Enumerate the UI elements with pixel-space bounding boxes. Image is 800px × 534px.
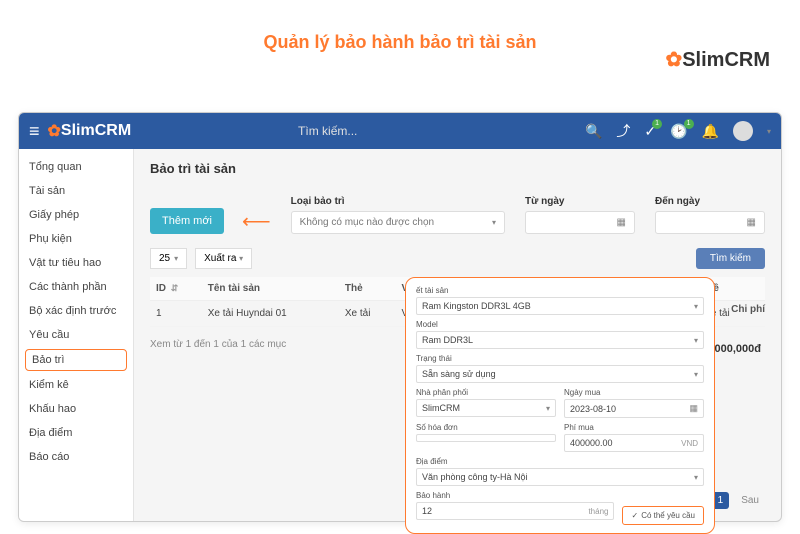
chevron-down-icon: ▾ [546, 404, 550, 413]
warranty-unit: tháng [588, 507, 608, 516]
topbar-actions: 🔍 ⤴ ✓1 🕑1 🔔 ▾ [585, 121, 771, 141]
chevron-down-icon: ▾ [694, 370, 698, 379]
col-id[interactable]: ID ⇵ [150, 277, 202, 301]
panel-title: Bảo trì tài sản [150, 161, 765, 176]
bell-icon[interactable]: 🔔 [702, 123, 719, 140]
search-wrap [131, 124, 585, 138]
popup-status-label: Trạng thái [416, 354, 704, 363]
popup-location-select[interactable]: Văn phòng công ty-Hà Nội▾ [416, 468, 704, 486]
popup-distributor-label: Nhà phân phối [416, 388, 556, 397]
arrow-annotation-icon: ⟵ [242, 209, 271, 234]
check-icon: ✓ [631, 511, 638, 520]
check-icon[interactable]: ✓1 [644, 123, 656, 140]
calendar-icon: ▦ [747, 217, 756, 228]
popup-model-select[interactable]: Ram DDR3L▾ [416, 331, 704, 349]
calendar-icon: ▦ [689, 403, 698, 414]
popup-fee-input[interactable]: 400000.00VND [564, 434, 704, 452]
col-tag[interactable]: Thẻ [339, 277, 396, 301]
pager-next[interactable]: Sau [735, 492, 765, 509]
menu-icon[interactable]: ≡ [29, 121, 40, 142]
clock-icon[interactable]: 🕑1 [670, 123, 687, 140]
sidebar-item-audit[interactable]: Kiểm kê [19, 373, 133, 397]
popup-model-label: Model [416, 320, 704, 329]
cell-id: 1 [150, 301, 202, 327]
filter-type-label: Loại bảo trì [291, 196, 505, 207]
popup-location-label: Địa điểm [416, 457, 704, 466]
filter-from-label: Từ ngày [525, 196, 635, 207]
search-button[interactable]: Tìm kiếm [696, 248, 765, 269]
sidebar-item-maintenance[interactable]: Bảo trì [25, 349, 127, 371]
popup-status-select[interactable]: Sẵn sàng sử dụng▾ [416, 365, 704, 383]
sidebar-item-licenses[interactable]: Giấy phép [19, 203, 133, 227]
sidebar-item-overview[interactable]: Tổng quan [19, 155, 133, 179]
sidebar-item-requests[interactable]: Yêu cầu [19, 323, 133, 347]
topbar: ≡ ✿SlimCRM 🔍 ⤴ ✓1 🕑1 🔔 ▾ [19, 113, 781, 149]
calendar-icon: ▦ [617, 217, 626, 228]
filter-from-input[interactable]: ▦ [525, 211, 635, 234]
pagesize-select[interactable]: 25 ▾ [150, 248, 187, 269]
asset-form-popup: ết tài sản Ram Kingston DDR3L 4GB▾ Model… [405, 277, 715, 534]
popup-fee-label: Phí mua [564, 423, 704, 432]
popup-warranty-input[interactable]: 12tháng [416, 502, 614, 520]
sidebar-item-accessories[interactable]: Phụ kiện [19, 227, 133, 251]
popup-invoice-label: Số hóa đơn [416, 423, 556, 432]
avatar[interactable] [733, 121, 753, 141]
search-input[interactable] [298, 124, 418, 138]
chevron-down-icon: ▾ [174, 254, 178, 263]
chevron-down-icon[interactable]: ▾ [767, 127, 771, 136]
chevron-down-icon: ▾ [492, 218, 496, 227]
sidebar-item-locations[interactable]: Địa điểm [19, 421, 133, 445]
col-cost-label: Chi phí [731, 304, 765, 315]
add-button[interactable]: Thêm mới [150, 208, 224, 234]
popup-submit-button[interactable]: ✓ Có thể yêu cầu [622, 506, 704, 525]
share-icon[interactable]: ⤴ [616, 121, 630, 141]
popup-distributor-select[interactable]: SlimCRM▾ [416, 399, 556, 417]
sidebar-item-components[interactable]: Các thành phần [19, 275, 133, 299]
sidebar: Tổng quan Tài sản Giấy phép Phụ kiện Vật… [19, 149, 134, 521]
cell-asset-name: Xe tải Huyndai 01 [202, 301, 339, 327]
chevron-down-icon: ▾ [694, 336, 698, 345]
search-icon[interactable]: 🔍 [585, 123, 602, 140]
popup-buydate-input[interactable]: 2023-08-10▦ [564, 399, 704, 418]
chevron-down-icon: ▾ [239, 254, 243, 263]
outer-brand-logo: ✿SlimCRM [665, 47, 770, 72]
popup-buydate-label: Ngày mua [564, 388, 704, 397]
filter-type-select[interactable]: Không có mục nào được chọn▾ [291, 211, 505, 234]
sort-icon: ⇵ [171, 283, 179, 293]
filter-to-input[interactable]: ▦ [655, 211, 765, 234]
chevron-down-icon: ▾ [694, 473, 698, 482]
chevron-down-icon: ▾ [694, 302, 698, 311]
sidebar-item-predefined[interactable]: Bộ xác định trước [19, 299, 133, 323]
popup-asset-select[interactable]: Ram Kingston DDR3L 4GB▾ [416, 297, 704, 315]
col-asset-name[interactable]: Tên tài sản [202, 277, 339, 301]
popup-asset-label: ết tài sản [416, 286, 704, 295]
sidebar-item-reports[interactable]: Báo cáo [19, 445, 133, 469]
export-button[interactable]: Xuất ra ▾ [195, 248, 252, 269]
popup-warranty-label: Bảo hành [416, 491, 614, 500]
sidebar-item-assets[interactable]: Tài sản [19, 179, 133, 203]
app-logo[interactable]: ✿SlimCRM [48, 121, 132, 141]
popup-invoice-input[interactable] [416, 434, 556, 442]
filter-to-label: Đến ngày [655, 196, 765, 207]
gear-icon: ✿ [665, 49, 682, 71]
gear-icon: ✿ [48, 121, 61, 141]
sidebar-item-depreciation[interactable]: Khấu hao [19, 397, 133, 421]
cell-tag: Xe tải [339, 301, 396, 327]
table-toolbar: 25 ▾ Xuất ra ▾ Tìm kiếm [150, 248, 765, 269]
filter-row: Thêm mới ⟵ Loại bảo trì Không có mục nào… [150, 196, 765, 234]
currency-label: VND [681, 439, 698, 448]
sidebar-item-consumables[interactable]: Vật tư tiêu hao [19, 251, 133, 275]
